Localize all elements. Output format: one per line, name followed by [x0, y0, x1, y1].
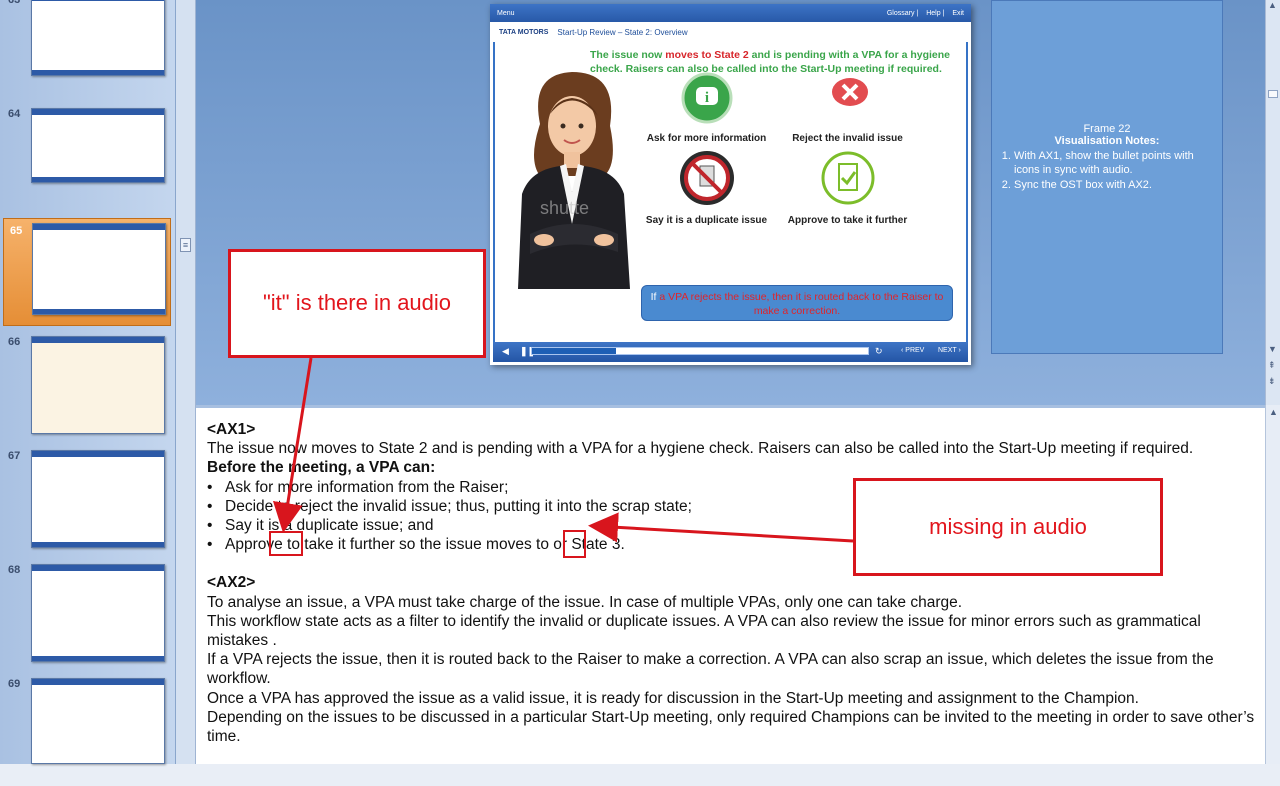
scroll-up-icon[interactable]: ▲: [1268, 0, 1277, 10]
slide-preview: [31, 678, 165, 764]
slide-header: TATA MOTORS Start-Up Review – State 2: O…: [490, 22, 971, 42]
slide-preview: [31, 450, 165, 548]
option-label: Reject the invalid issue: [792, 133, 903, 144]
slide-thumbnail-selected[interactable]: 65: [3, 218, 171, 326]
slide-preview: [31, 0, 165, 76]
prev-slide-icon[interactable]: ⇞: [1268, 360, 1276, 371]
watermark-text: shutte: [540, 198, 589, 218]
next-label: NEXT: [938, 347, 957, 354]
menu-link[interactable]: Menu: [497, 10, 515, 17]
slide-preview: [31, 336, 165, 434]
slide-number: 65: [10, 225, 23, 237]
slide-thumbnail[interactable]: 69: [0, 678, 176, 786]
next-button[interactable]: NEXT ›: [938, 347, 961, 354]
approve-icon: [821, 151, 874, 205]
slide-number: 68: [8, 564, 21, 576]
splitter-grip-icon[interactable]: ≡: [180, 238, 191, 252]
ax1-heading: <AX1>: [207, 421, 256, 438]
svg-text:i: i: [704, 90, 708, 106]
slide-title: Start-Up Review – State 2: Overview: [557, 27, 688, 37]
option-approve: Approve to take it further: [780, 150, 915, 226]
slide-number: 64: [8, 108, 21, 120]
replay-icon[interactable]: ↻: [875, 346, 883, 357]
slide-number: 66: [8, 336, 21, 348]
slide-thumbnail[interactable]: 68: [0, 564, 176, 672]
slide-number: 67: [8, 450, 21, 462]
reject-icon: [823, 74, 872, 122]
ax2-line: To analyse an issue, a VPA must take cha…: [207, 593, 963, 611]
notes-list: With AX1, show the bullet points with ic…: [1014, 149, 1210, 192]
notes-item: With AX1, show the bullet points with ic…: [1014, 149, 1210, 177]
course-topbar: Menu Glossary | Help | Exit: [490, 4, 971, 22]
scroll-up-icon[interactable]: ▲: [1269, 407, 1278, 417]
lead-part: The issue now: [590, 49, 663, 61]
progress-fill: [532, 348, 616, 354]
slide-thumbnail[interactable]: 63: [0, 0, 176, 102]
before-heading: Before the meeting, a VPA can:: [207, 459, 436, 477]
ax1-paragraph: The issue now moves to State 2 and is pe…: [207, 440, 1194, 458]
pane-splitter[interactable]: ≡: [176, 0, 196, 764]
ax2-line: Once a VPA has approved the issue as a v…: [207, 689, 1139, 707]
option-label: Say it is a duplicate issue: [645, 215, 768, 226]
slide-preview: [31, 108, 165, 183]
slide-canvas: Menu Glossary | Help | Exit TATA MOTORS …: [490, 4, 971, 365]
next-slide-icon[interactable]: ⇟: [1268, 376, 1276, 387]
option-duplicate: Say it is a duplicate issue: [639, 150, 774, 226]
stage-scrollbar[interactable]: ▲ ▼ ⇞ ⇟: [1265, 0, 1280, 405]
ax2-line: Depending on the issues to be discussed …: [207, 708, 1255, 746]
option-reject: Reject the invalid issue: [780, 72, 915, 144]
option-ask-info: i Ask for more information: [639, 72, 774, 144]
slide-body: The issue now moves to State 2 and is pe…: [493, 42, 968, 345]
slide-thumbnail-pane: 63 64 65 66 67 68 69: [0, 0, 176, 764]
ost-text: a VPA rejects the issue, then it is rout…: [659, 291, 944, 317]
callout-missing-in-audio: missing in audio: [853, 478, 1163, 576]
frame-label: Frame 22: [1083, 123, 1131, 135]
callout-it-in-audio: "it" is there in audio: [228, 249, 486, 358]
progress-bar[interactable]: [531, 347, 869, 355]
notes-item: Sync the OST box with AX2.: [1014, 178, 1210, 192]
slide-number: 69: [8, 678, 21, 690]
ax2-heading: <AX2>: [207, 574, 256, 592]
prev-label: PREV: [905, 347, 925, 354]
prev-button[interactable]: ‹ PREV: [901, 347, 924, 354]
slide-number: 63: [8, 0, 21, 6]
duplicate-icon: [679, 151, 734, 205]
speaker-notes-pane[interactable]: <AX1> The issue now moves to State 2 and…: [196, 405, 1265, 764]
visualisation-notes-panel: Frame 22 Visualisation Notes: With AX1, …: [991, 0, 1223, 354]
glossary-link[interactable]: Glossary: [887, 10, 915, 17]
ax2-line: If a VPA rejects the issue, then it is r…: [207, 651, 1214, 688]
slide-preview: [31, 564, 165, 662]
slide-thumbnail[interactable]: 64: [0, 108, 176, 216]
ost-box: If a VPA rejects the issue, then it is r…: [641, 285, 953, 321]
scroll-down-icon[interactable]: ▼: [1268, 344, 1277, 354]
exit-link[interactable]: Exit: [952, 10, 964, 17]
highlight-box-or: [563, 530, 586, 558]
slide-thumbnail[interactable]: 66: [0, 336, 176, 444]
slide-thumbnail[interactable]: 67: [0, 450, 176, 558]
highlight-box-to: [269, 531, 303, 556]
brand-logo: TATA MOTORS: [499, 28, 549, 36]
media-player-bar: ◀ ❚❚ ↻ ‹ PREV NEXT ›: [493, 342, 968, 362]
lead-highlight: moves to State 2: [665, 49, 749, 61]
notes-heading: Visualisation Notes:: [1054, 135, 1160, 147]
info-icon: i: [681, 72, 732, 124]
ax2-line: This workflow state acts as a filter to …: [207, 612, 1201, 650]
option-label: Ask for more information: [646, 133, 767, 144]
notes-text[interactable]: <AX1> The issue now moves to State 2 and…: [207, 420, 1259, 746]
volume-icon[interactable]: ◀: [502, 346, 509, 357]
ost-prefix: If: [650, 291, 657, 303]
option-label: Approve to take it further: [787, 215, 908, 226]
scroll-thumb[interactable]: [1268, 90, 1278, 98]
notes-scrollbar[interactable]: ▲: [1265, 405, 1280, 764]
help-link[interactable]: Help: [926, 10, 940, 17]
presenter-woman-image: shutte: [518, 72, 630, 289]
slide-preview: [32, 223, 166, 315]
